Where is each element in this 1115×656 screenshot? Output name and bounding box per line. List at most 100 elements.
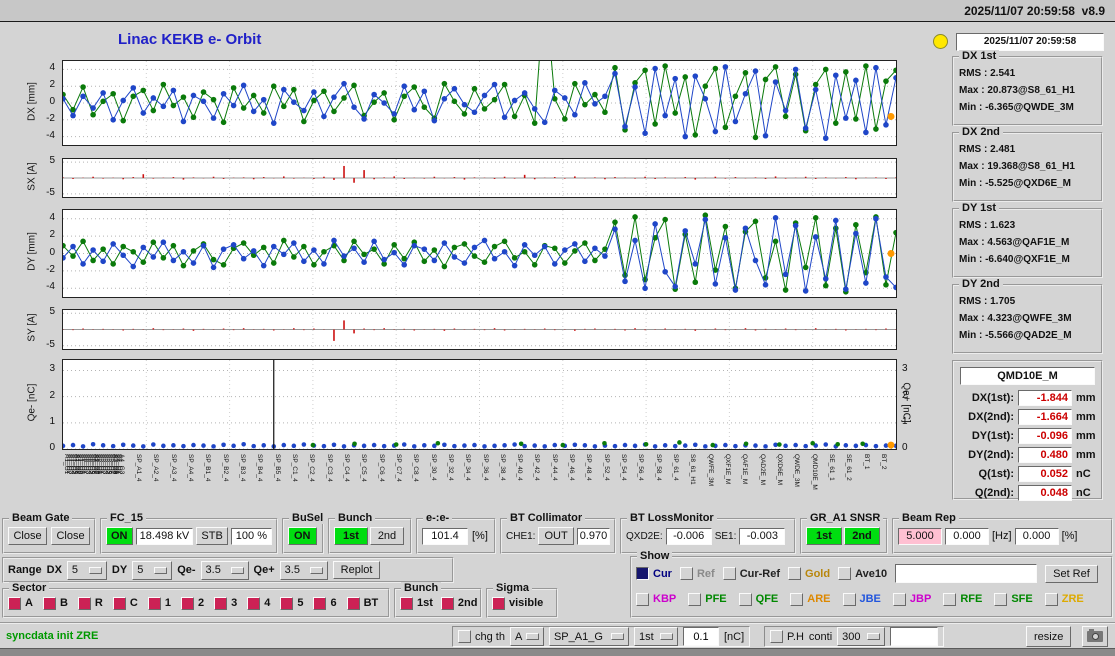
x-axis-label: BT_1 <box>862 454 870 470</box>
show-gold-checkbox[interactable]: Gold <box>788 567 830 580</box>
stat-line: Min : -6.365@QWDE_3M <box>959 102 1074 113</box>
threshold-input[interactable] <box>682 627 719 646</box>
sy-plot[interactable] <box>62 309 897 350</box>
sector-4-checkbox[interactable]: 4 <box>247 596 270 610</box>
tick-label: 2 <box>902 389 908 401</box>
dy-plot[interactable] <box>62 209 897 298</box>
qmd-row: DY(2nd): 0.480 mm <box>968 446 1096 463</box>
show-cur-ref-checkbox[interactable]: Cur-Ref <box>722 567 780 580</box>
titlebar: 2025/11/07 20:59:58 v8.9 <box>0 0 1115 22</box>
checkbox-indicator <box>688 592 702 606</box>
threshold-controls: chg th A SP_A1_G 1st [nC] <box>452 626 751 647</box>
show-ref-checkbox[interactable]: Ref <box>679 567 715 580</box>
show-jbe-checkbox[interactable]: JBE <box>842 592 881 606</box>
checkbox-indicator <box>636 567 649 580</box>
tick-label: 4 <box>49 62 55 74</box>
show-pfe-checkbox[interactable]: PFE <box>688 592 727 606</box>
bunch-2nd-checkbox[interactable]: 2nd <box>440 596 477 610</box>
set-ref-button[interactable]: Set Ref <box>1045 564 1098 583</box>
fc15-pct-field: 100 % <box>230 527 272 545</box>
x-axis-label: SE_61_1 <box>828 454 836 481</box>
checkbox-indicator <box>994 592 1008 606</box>
bunch-select-group: Bunch 1st 2nd <box>394 582 482 618</box>
sector-a-checkbox[interactable]: A <box>8 596 33 610</box>
x-axis-label: SP_B1_4 <box>204 454 212 482</box>
show-cur-checkbox[interactable]: Cur <box>636 567 672 580</box>
tick-label: -2 <box>46 112 55 124</box>
range-dy-select[interactable]: 5 <box>132 560 173 580</box>
sx-plot[interactable] <box>62 158 897 198</box>
show-ave10-checkbox[interactable]: Ave10 <box>838 567 887 580</box>
checkbox-indicator <box>892 592 906 606</box>
dy-yticks: 4 2 0 -2 -4 <box>32 209 58 298</box>
range-dy-label: DY <box>111 564 128 576</box>
dx-plot[interactable] <box>62 60 897 146</box>
monitor-select[interactable]: SP_A1_G <box>548 627 629 646</box>
sigma-visible-checkbox[interactable]: visible <box>492 596 543 610</box>
beam-gate-close-1-button[interactable]: Close <box>8 527 47 545</box>
sector-2-checkbox[interactable]: 2 <box>180 596 204 610</box>
sector-bt-checkbox[interactable]: BT <box>346 596 378 610</box>
page-title: Linac KEKB e- Orbit <box>118 31 262 48</box>
x-axis-label: A4_G3 <box>118 454 126 475</box>
count-input[interactable] <box>890 627 939 646</box>
show-zre-checkbox[interactable]: ZRE <box>1044 592 1084 606</box>
tick-label: -4 <box>46 281 55 293</box>
ph-checkbox[interactable]: P.H <box>770 630 804 643</box>
checkbox-indicator <box>943 592 957 606</box>
sx-chart-canvas <box>63 159 896 197</box>
che1-out-button[interactable]: OUT <box>538 527 574 545</box>
sy-chart-canvas <box>63 310 896 349</box>
show-qfe-checkbox[interactable]: QFE <box>738 592 778 606</box>
sector-c-checkbox[interactable]: C <box>112 596 138 610</box>
snsr-1st-button[interactable]: 1st <box>806 527 842 545</box>
x-axis-label: SP_A1_4 <box>135 454 142 482</box>
range-qe-minus-select[interactable]: 3.5 <box>200 560 249 580</box>
sector-select[interactable]: A <box>509 627 544 646</box>
bt-lossmonitor-group: BT LossMonitor QXD2E: -0.006 SE1: -0.003 <box>620 512 796 554</box>
show-are-checkbox[interactable]: ARE <box>790 592 831 606</box>
range-qe-minus-label: Qe- <box>177 564 196 576</box>
stats-title: DX 1st <box>959 50 1000 62</box>
snapshot-button[interactable] <box>1082 626 1108 647</box>
sector-3-checkbox[interactable]: 3 <box>214 596 237 610</box>
resize-button[interactable]: resize <box>1026 626 1072 647</box>
bunch-1st-checkbox[interactable]: 1st <box>400 596 433 610</box>
x-axis-label: SP_B3_4 <box>238 454 246 482</box>
q-yticks: 3 2 1 0 <box>32 359 58 453</box>
busel-on-button[interactable]: ON <box>288 527 317 545</box>
bunch-1st-button[interactable]: 1st <box>334 527 368 545</box>
sector-b-checkbox[interactable]: B <box>42 596 68 610</box>
show-jbp-checkbox[interactable]: JBP <box>892 592 931 606</box>
checkbox-indicator <box>280 596 294 610</box>
replot-button[interactable]: Replot <box>332 561 381 579</box>
status-indicator <box>933 34 948 49</box>
sector-r-checkbox[interactable]: R <box>77 596 103 610</box>
count-select[interactable]: 300 <box>837 627 886 646</box>
range-dx-select[interactable]: 5 <box>66 560 107 580</box>
option-menu-bar-icon <box>230 566 244 574</box>
fc15-on-button[interactable]: ON <box>106 527 133 545</box>
checkbox-indicator <box>77 596 91 610</box>
ee-ratio-field: 101.4 <box>422 527 468 545</box>
bunch-2nd-button[interactable]: 2nd <box>370 527 404 545</box>
bunch-order-select[interactable]: 1st <box>633 627 678 646</box>
show-kbp-checkbox[interactable]: KBP <box>636 592 676 606</box>
sector-6-checkbox[interactable]: 6 <box>313 596 337 610</box>
ref-file-input[interactable] <box>895 564 1038 583</box>
snsr-2nd-button[interactable]: 2nd <box>844 527 880 545</box>
q-plot[interactable] <box>62 359 897 450</box>
sector-1-checkbox[interactable]: 1 <box>147 596 171 610</box>
beam-gate-close-2-button[interactable]: Close <box>51 527 90 545</box>
checkbox-indicator <box>247 596 261 610</box>
chg-th-checkbox[interactable]: chg th <box>458 630 505 643</box>
qmd-row: DY(1st): -0.096 mm <box>971 427 1096 444</box>
x-axis-label: SP_A3_4 <box>169 454 177 482</box>
show-sfe-checkbox[interactable]: SFE <box>994 592 1033 606</box>
show-rfe-checkbox[interactable]: RFE <box>943 592 982 606</box>
qmd-row: Q(2nd): 0.048 nC <box>974 484 1091 501</box>
fc15-stb-button[interactable]: STB <box>196 527 228 545</box>
range-qe-plus-select[interactable]: 3.5 <box>279 560 328 580</box>
x-axis-label: SP_54_4 <box>620 454 628 481</box>
sector-5-checkbox[interactable]: 5 <box>280 596 303 610</box>
